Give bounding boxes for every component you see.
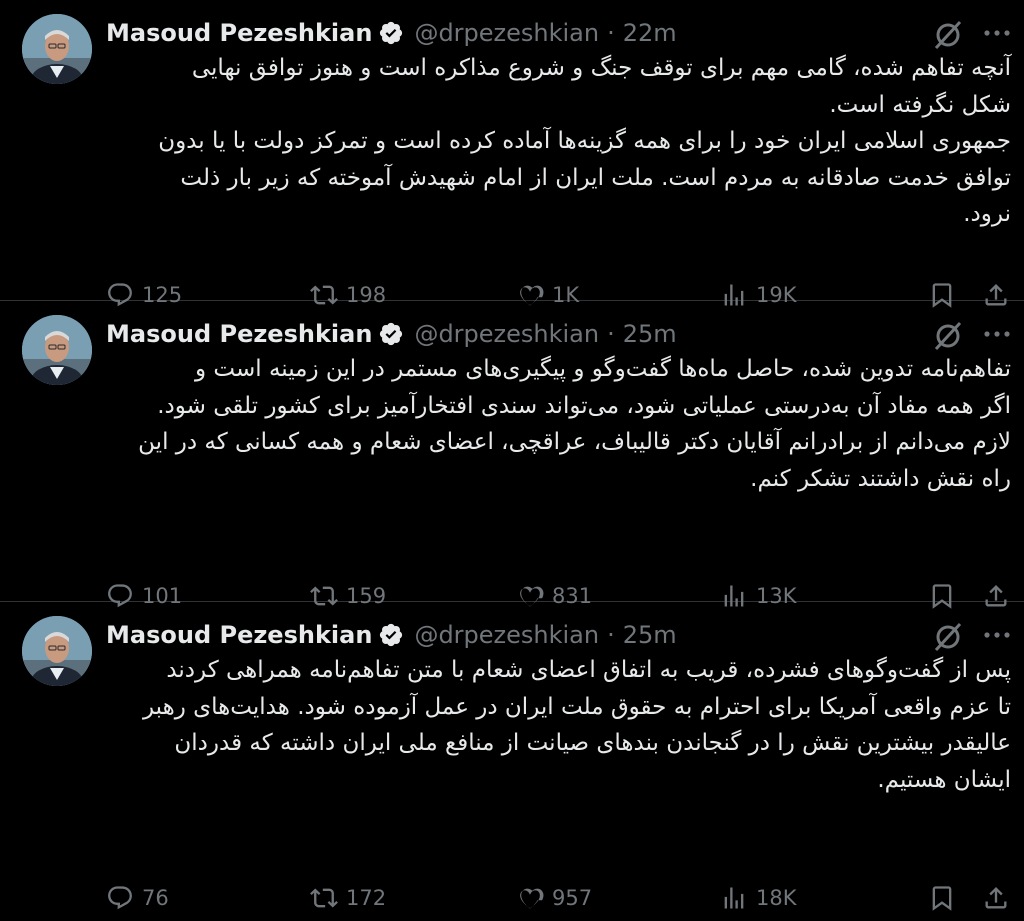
tweet-header: Masoud Pezeshkian @drpezeshkian · 25m [106,618,677,652]
verified-badge-icon[interactable] [378,622,404,648]
tweet-text-line: شکل نگرفته است. [829,91,1011,118]
separator-dot: · [607,19,615,47]
tweet-text-line: راه نقش داشتند تشکر کنم. [750,465,1011,492]
reply-button[interactable]: 76 [106,880,169,916]
like-button[interactable]: 957 [516,880,592,916]
bookmark-icon [928,884,956,912]
tweet-text-line: تا عزم واقعی آمریکا برای احترام به حقوق … [142,693,1011,720]
tweet-text-line: اگر همه مفاد آن به‌درستی عملیاتی شود، می… [157,392,1011,419]
timestamp[interactable]: 25m [623,320,677,348]
tweet-feed: Masoud Pezeshkian @drpezeshkian · 22m آن… [0,0,1024,921]
author-name[interactable]: Masoud Pezeshkian [106,19,372,47]
author-handle[interactable]: @drpezeshkian [414,621,599,649]
like-count: 957 [552,886,593,910]
timestamp[interactable]: 22m [623,19,677,47]
avatar[interactable] [22,315,92,385]
share-button[interactable] [982,880,1010,916]
tweet-text-line: پس از گفت‌وگوهای فشرده، قریب به اتفاق اع… [166,657,1011,683]
tweet-text-line: نرود. [963,201,1011,227]
tweet-text-line: ایشان هستیم. [877,766,1011,793]
author-handle[interactable]: @drpezeshkian [414,320,599,348]
avatar[interactable] [22,14,92,84]
tweet-text-line: عالیقدر بیشترین نقش را در گنجاندن بندهای… [174,730,1011,756]
bookmark-button[interactable] [928,880,956,916]
grok-icon[interactable] [932,320,964,352]
reply-icon [106,884,142,912]
grok-icon[interactable] [932,621,964,653]
separator-dot: · [607,320,615,348]
more-icon[interactable] [980,18,1014,48]
tweet[interactable]: Masoud Pezeshkian @drpezeshkian · 25m تف… [0,301,1024,609]
view-count: 18K [756,886,797,910]
heart-icon [516,884,552,912]
avatar[interactable] [22,616,92,686]
timestamp[interactable]: 25m [623,621,677,649]
grok-icon[interactable] [932,19,964,51]
share-icon [982,884,1010,912]
tweet-header: Masoud Pezeshkian @drpezeshkian · 22m [106,16,677,50]
tweet[interactable]: Masoud Pezeshkian @drpezeshkian · 22m آن… [0,0,1024,308]
tweet-text: پس از گفت‌وگوهای فشرده، قریب به اتفاق اع… [106,652,1011,798]
reply-count: 76 [142,886,169,910]
tweet-header: Masoud Pezeshkian @drpezeshkian · 25m [106,317,677,351]
more-icon[interactable] [980,620,1014,650]
tweet-text: تفاهم‌نامه تدوین شده، حاصل ماه‌ها گفت‌وگ… [106,351,1011,497]
repost-count: 172 [346,886,387,910]
repost-icon [310,884,346,912]
verified-badge-icon[interactable] [378,20,404,46]
tweet-text-line: تفاهم‌نامه تدوین شده، حاصل ماه‌ها گفت‌وگ… [194,356,1011,382]
verified-badge-icon[interactable] [378,321,404,347]
author-handle[interactable]: @drpezeshkian [414,19,599,47]
separator-dot: · [607,621,615,649]
more-icon[interactable] [980,319,1014,349]
author-name[interactable]: Masoud Pezeshkian [106,621,372,649]
views-button[interactable]: 18K [720,880,797,916]
tweet-text-line: لازم می‌دانم از برادرانم آقایان دکتر قال… [138,429,1011,455]
action-bar: 76 172 957 18K [0,880,1024,916]
author-name[interactable]: Masoud Pezeshkian [106,320,372,348]
tweet-text: آنچه تفاهم شده، گامی مهم برای توقف جنگ و… [106,50,1011,233]
tweet-text-line: آنچه تفاهم شده، گامی مهم برای توقف جنگ و… [191,55,1011,81]
repost-button[interactable]: 172 [310,880,386,916]
tweet-text-line: توافق خدمت صادقانه به مردم است. ملت ایرا… [180,164,1011,191]
tweet[interactable]: Masoud Pezeshkian @drpezeshkian · 25m پس… [0,602,1024,921]
views-icon [720,884,756,912]
tweet-text-line: جمهوری اسلامی ایران خود را برای همه گزین… [158,128,1011,154]
